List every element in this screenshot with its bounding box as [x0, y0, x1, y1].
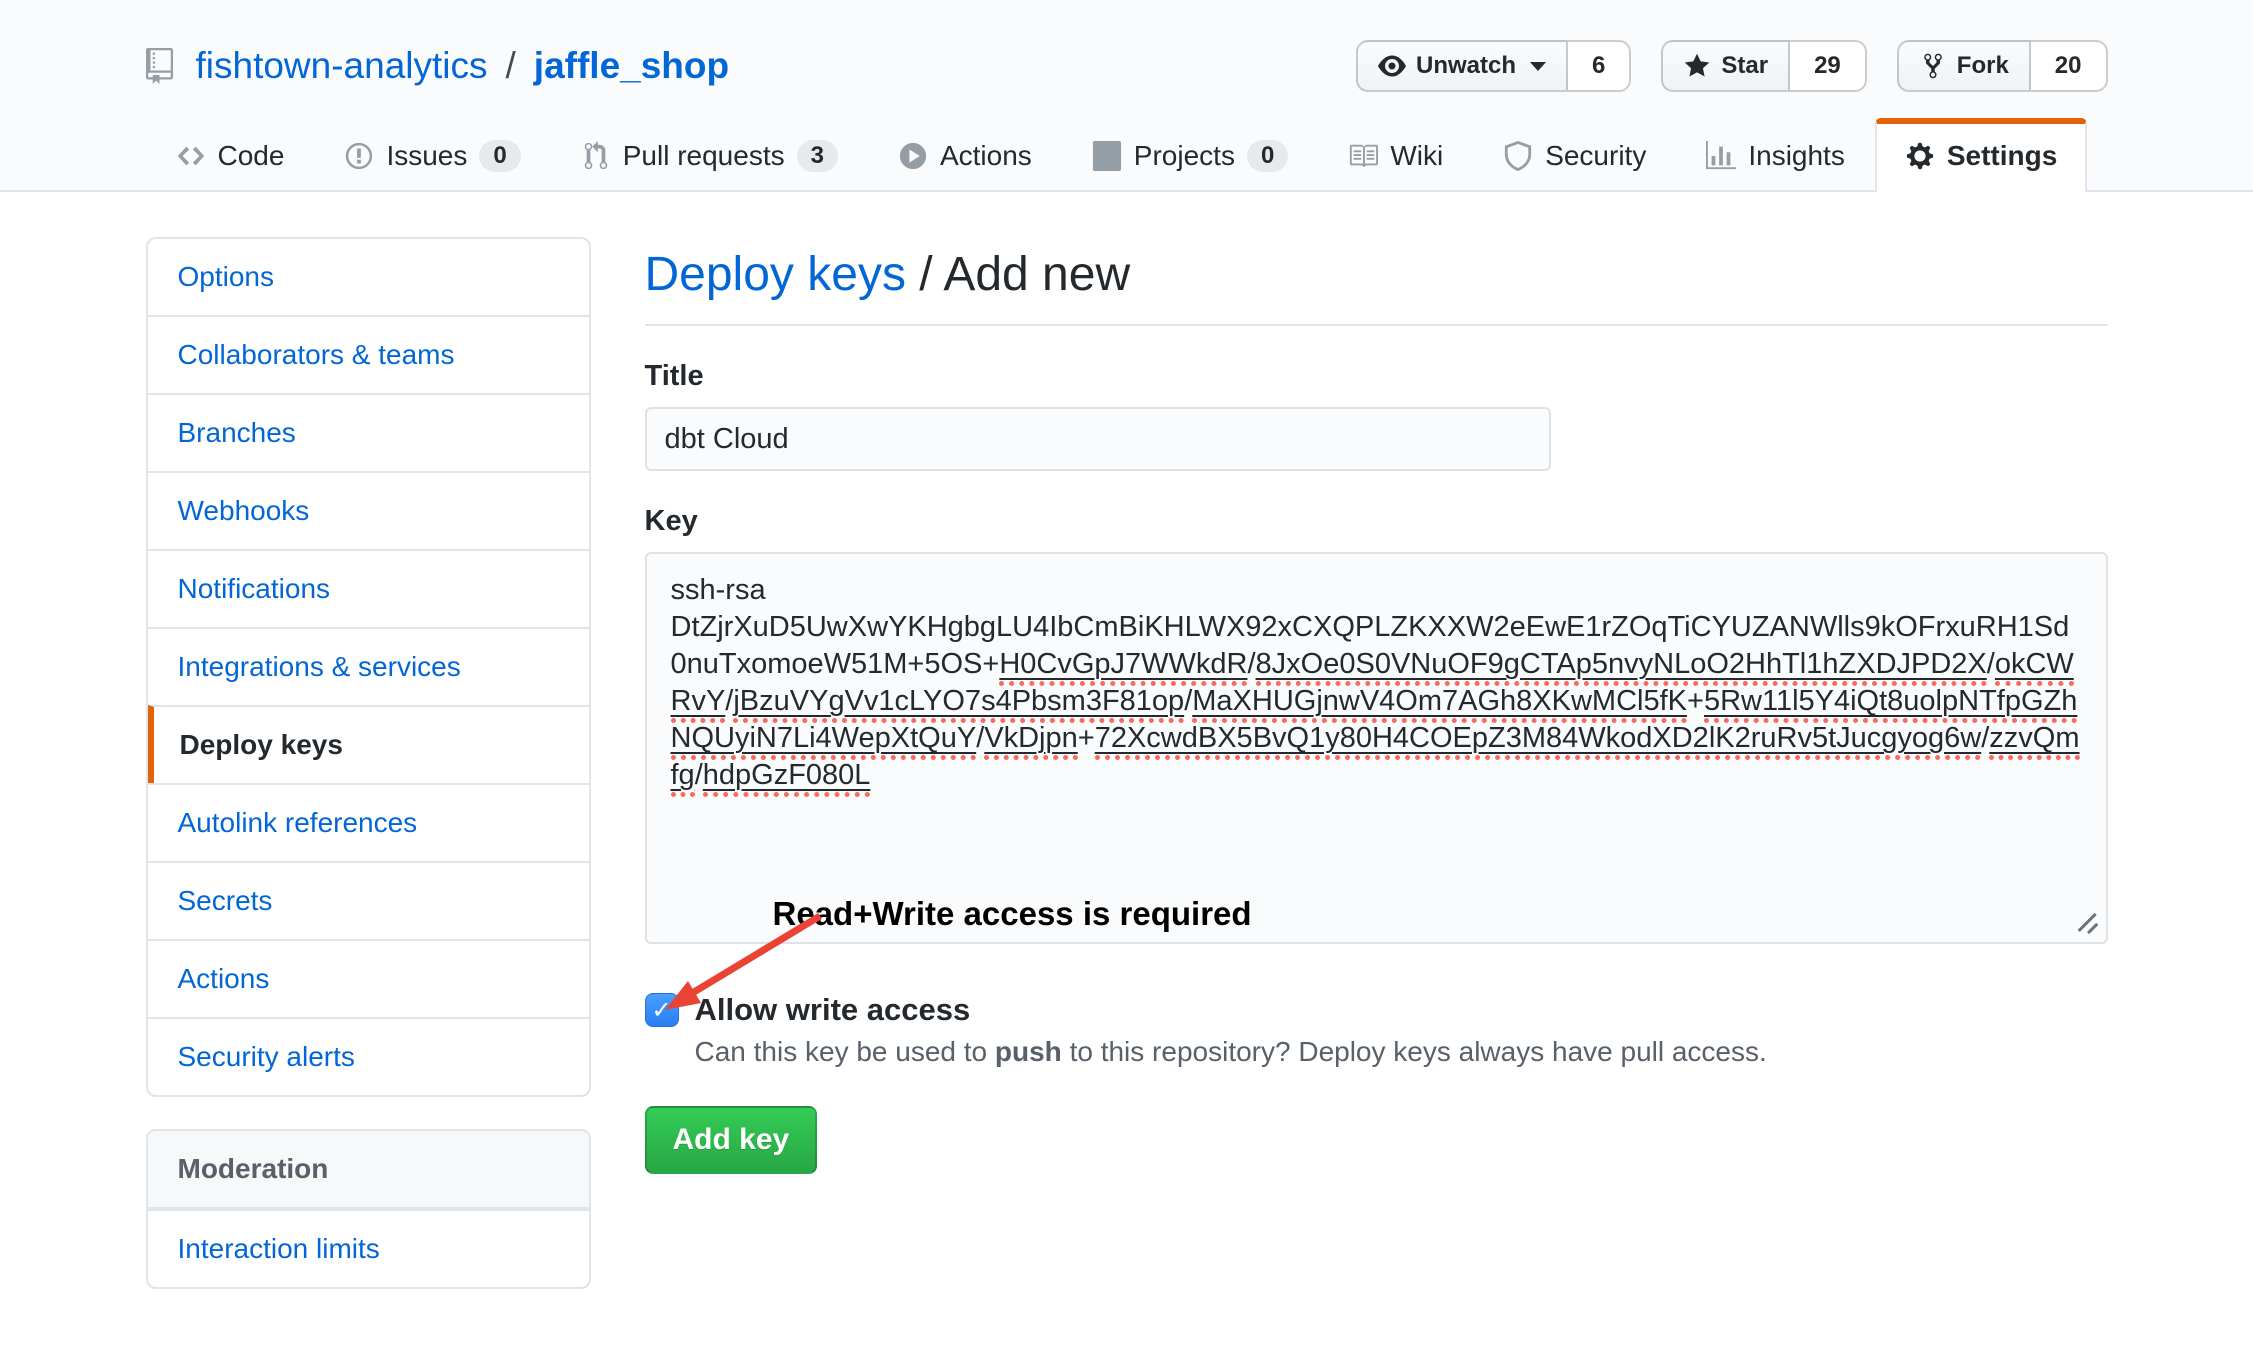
- moderation-header: Moderation: [148, 1131, 589, 1209]
- allow-write-access-checkbox[interactable]: ✓: [645, 993, 679, 1027]
- fork-icon: [1919, 52, 1947, 80]
- tab-label: Pull requests: [623, 140, 785, 172]
- deploy-keys-link[interactable]: Deploy keys: [645, 248, 906, 301]
- tab-label: Issues: [386, 140, 467, 172]
- star-button[interactable]: Star: [1661, 40, 1790, 92]
- tab-label: Settings: [1947, 140, 2057, 172]
- sidebar-item-integrations-services[interactable]: Integrations & services: [148, 627, 589, 705]
- moderation-menu-box: Moderation Interaction limits: [146, 1129, 591, 1289]
- watchers-count[interactable]: 6: [1568, 40, 1631, 92]
- breadcrumb-repo-link[interactable]: jaffle_shop: [534, 45, 729, 87]
- page-header: fishtown-analytics / jaffle_shop Unwatch…: [0, 0, 2253, 192]
- code-icon: [176, 141, 206, 171]
- page-title: Deploy keys / Add new: [645, 247, 2108, 302]
- book-icon: [1348, 141, 1378, 171]
- sidebar-item-options[interactable]: Options: [148, 239, 589, 315]
- tab-wiki[interactable]: Wiki: [1318, 118, 1473, 192]
- tab-label: Insights: [1748, 140, 1845, 172]
- sidebar-item-webhooks[interactable]: Webhooks: [148, 471, 589, 549]
- settings-menu-box: Options Collaborators & teams Branches W…: [146, 237, 591, 1097]
- sidebar-item-autolink-references[interactable]: Autolink references: [148, 783, 589, 861]
- play-icon: [898, 141, 928, 171]
- repo-nav: Code Issues 0 Pull requests 3 Actions Pr…: [0, 118, 2253, 192]
- tab-pull-requests[interactable]: Pull requests 3: [551, 118, 868, 192]
- sidebar-item-security-alerts[interactable]: Security alerts: [148, 1017, 589, 1095]
- stars-count[interactable]: 29: [1790, 40, 1867, 92]
- tab-actions[interactable]: Actions: [868, 118, 1062, 192]
- star-label: Star: [1721, 52, 1768, 80]
- breadcrumb: fishtown-analytics / jaffle_shop: [146, 45, 730, 87]
- add-deploy-key-form: Title Key ssh-rsa DtZjrXuD5UwXwYKHgbgLU4…: [645, 360, 2108, 1174]
- pull-request-icon: [581, 141, 611, 171]
- gear-icon: [1905, 141, 1935, 171]
- tab-insights[interactable]: Insights: [1676, 118, 1875, 192]
- fork-button-group: Fork 20: [1897, 40, 2108, 92]
- repo-action-buttons: Unwatch 6 Star 29 Fork 20: [1356, 40, 2107, 92]
- project-icon: [1092, 141, 1122, 171]
- issue-icon: [344, 141, 374, 171]
- add-key-button[interactable]: Add key: [645, 1106, 818, 1174]
- fork-button[interactable]: Fork: [1897, 40, 2031, 92]
- unwatch-label: Unwatch: [1416, 52, 1516, 80]
- key-textarea[interactable]: ssh-rsa DtZjrXuD5UwXwYKHgbgLU4IbCmBiKHLW…: [645, 552, 2108, 944]
- sidebar-item-deploy-keys[interactable]: Deploy keys: [148, 705, 589, 783]
- sidebar-item-secrets[interactable]: Secrets: [148, 861, 589, 939]
- tab-label: Projects: [1134, 140, 1235, 172]
- tab-label: Actions: [940, 140, 1032, 172]
- page-title-current: Add new: [943, 248, 1130, 301]
- key-field-label: Key: [645, 505, 2108, 538]
- resize-handle[interactable]: [2074, 910, 2100, 936]
- tab-code[interactable]: Code: [146, 118, 315, 192]
- main-content: Deploy keys / Add new Title Key ssh-rsa …: [645, 237, 2108, 1289]
- graph-icon: [1706, 141, 1736, 171]
- pull-requests-count-badge: 3: [797, 140, 838, 172]
- tab-security[interactable]: Security: [1473, 118, 1676, 192]
- fork-label: Fork: [1957, 52, 2009, 80]
- eye-icon: [1378, 52, 1406, 80]
- sidebar-item-collaborators-teams[interactable]: Collaborators & teams: [148, 315, 589, 393]
- sidebar-item-actions[interactable]: Actions: [148, 939, 589, 1017]
- page-title-separator: /: [906, 248, 943, 301]
- title-field-label: Title: [645, 360, 2108, 393]
- shield-icon: [1503, 141, 1533, 171]
- projects-count-badge: 0: [1247, 140, 1288, 172]
- breadcrumb-owner-link[interactable]: fishtown-analytics: [196, 45, 488, 87]
- repo-icon: [146, 46, 182, 86]
- unwatch-button[interactable]: Unwatch: [1356, 40, 1568, 92]
- forks-count[interactable]: 20: [2031, 40, 2108, 92]
- allow-write-access-label[interactable]: Allow write access: [695, 992, 971, 1028]
- sidebar-item-branches[interactable]: Branches: [148, 393, 589, 471]
- tab-projects[interactable]: Projects 0: [1062, 118, 1319, 192]
- issues-count-badge: 0: [479, 140, 520, 172]
- chevron-down-icon: [1530, 62, 1546, 71]
- settings-sidebar: Options Collaborators & teams Branches W…: [146, 237, 591, 1289]
- title-divider: [645, 324, 2108, 326]
- tab-label: Code: [218, 140, 285, 172]
- sidebar-item-notifications[interactable]: Notifications: [148, 549, 589, 627]
- tab-settings[interactable]: Settings: [1875, 118, 2087, 192]
- breadcrumb-separator: /: [502, 45, 520, 87]
- star-button-group: Star 29: [1661, 40, 1866, 92]
- tab-label: Security: [1545, 140, 1646, 172]
- allow-write-access-description: Can this key be used to push to this rep…: [695, 1036, 2108, 1068]
- sidebar-item-interaction-limits[interactable]: Interaction limits: [148, 1209, 589, 1287]
- watch-button-group: Unwatch 6: [1356, 40, 1631, 92]
- title-input[interactable]: [645, 407, 1551, 471]
- tab-issues[interactable]: Issues 0: [314, 118, 550, 192]
- tab-label: Wiki: [1390, 140, 1443, 172]
- star-icon: [1683, 52, 1711, 80]
- allow-write-access-row: ✓ Allow write access Can this key be use…: [645, 992, 2108, 1068]
